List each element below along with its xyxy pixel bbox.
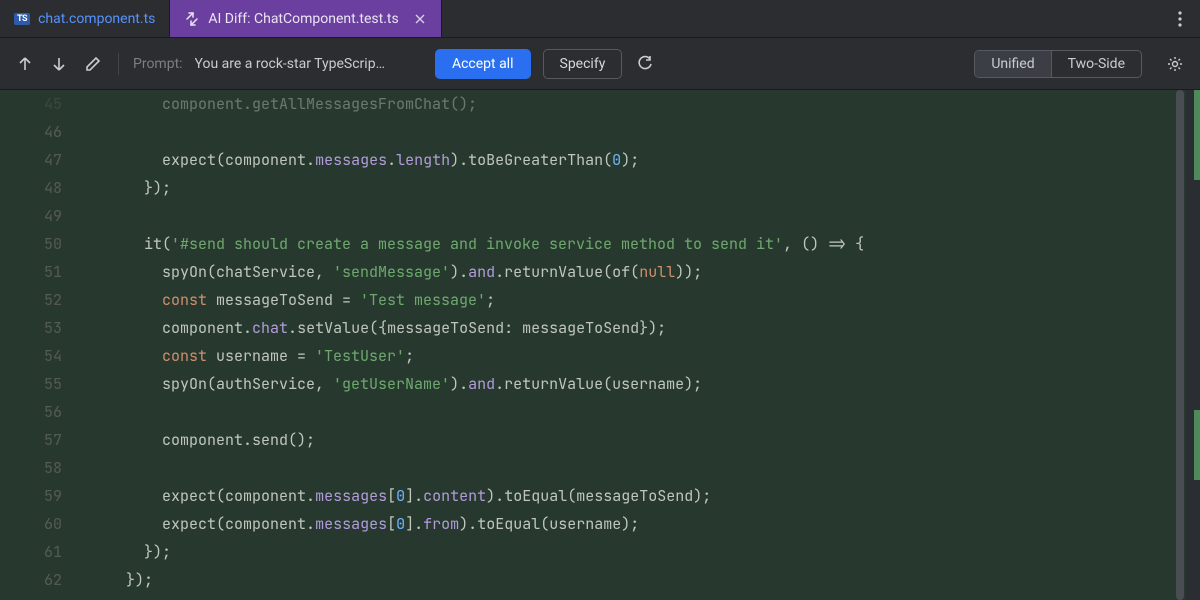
code-line[interactable]: expect(component.messages[0].from).toEqu… [108, 510, 1186, 538]
tab-label: chat.component.ts [38, 11, 155, 27]
line-number: 51 [0, 258, 62, 286]
code-line[interactable]: expect(component.messages[0].content).to… [108, 482, 1186, 510]
code-line[interactable] [108, 398, 1186, 426]
diff-overview-strip[interactable] [1186, 90, 1200, 600]
prompt-text[interactable]: You are a rock-star TypeScrip… [195, 56, 385, 72]
code-line[interactable]: spyOn(authService, 'getUserName').and.re… [108, 370, 1186, 398]
next-diff-button[interactable] [48, 53, 70, 75]
line-number: 48 [0, 174, 62, 202]
diff-action-bar: Prompt: You are a rock-star TypeScrip… A… [0, 38, 1200, 90]
diff-view-toggle: Unified Two-Side [974, 50, 1142, 78]
code-line[interactable]: it('#send should create a message and in… [108, 230, 1186, 258]
code-editor[interactable]: 454647484950515253545556575859606162 com… [0, 90, 1200, 600]
tab-chat-component[interactable]: TS chat.component.ts [0, 0, 170, 37]
tab-overflow-menu[interactable] [1160, 0, 1200, 37]
line-gutter: 454647484950515253545556575859606162 [0, 90, 80, 600]
line-number: 46 [0, 118, 62, 146]
code-line[interactable]: expect(component.messages.length).toBeGr… [108, 146, 1186, 174]
line-number: 62 [0, 566, 62, 594]
divider [118, 53, 119, 75]
vertical-scrollbar[interactable] [1174, 90, 1186, 600]
view-unified-button[interactable]: Unified [975, 51, 1051, 77]
tab-bar: TS chat.component.ts AI Diff: ChatCompon… [0, 0, 1200, 38]
line-number: 53 [0, 314, 62, 342]
code-line[interactable] [108, 454, 1186, 482]
close-icon[interactable] [413, 12, 427, 26]
line-number: 55 [0, 370, 62, 398]
line-number: 59 [0, 482, 62, 510]
line-number: 52 [0, 286, 62, 314]
prev-diff-button[interactable] [14, 53, 36, 75]
code-line[interactable]: component.getAllMessagesFromChat(); [108, 90, 1186, 118]
line-number: 47 [0, 146, 62, 174]
scrollbar-thumb[interactable] [1176, 90, 1184, 600]
line-number: 57 [0, 426, 62, 454]
code-line[interactable] [108, 118, 1186, 146]
code-line[interactable]: }); [108, 566, 1186, 594]
code-line[interactable]: const username = 'TestUser'; [108, 342, 1186, 370]
typescript-badge-icon: TS [14, 13, 30, 25]
code-area[interactable]: component.getAllMessagesFromChat(); expe… [80, 90, 1186, 600]
code-line[interactable]: component.chat.setValue({messageToSend: … [108, 314, 1186, 342]
tab-ai-diff[interactable]: AI Diff: ChatComponent.test.ts [170, 0, 441, 37]
refresh-icon[interactable] [634, 53, 656, 75]
diff-mark[interactable] [1194, 410, 1200, 480]
view-twoside-button[interactable]: Two-Side [1052, 51, 1141, 77]
line-number: 56 [0, 398, 62, 426]
code-line[interactable]: }); [108, 174, 1186, 202]
code-line[interactable]: }); [108, 538, 1186, 566]
prompt-label: Prompt: [133, 56, 183, 72]
line-number: 50 [0, 230, 62, 258]
code-line[interactable]: spyOn(chatService, 'sendMessage').and.re… [108, 258, 1186, 286]
edit-icon[interactable] [82, 53, 104, 75]
code-line[interactable]: component.send(); [108, 426, 1186, 454]
line-number: 45 [0, 90, 62, 118]
code-line[interactable] [108, 202, 1186, 230]
tab-label: AI Diff: ChatComponent.test.ts [208, 11, 398, 27]
line-number: 60 [0, 510, 62, 538]
specify-button[interactable]: Specify [543, 49, 623, 79]
line-number: 61 [0, 538, 62, 566]
line-number: 49 [0, 202, 62, 230]
code-line[interactable]: const messageToSend = 'Test message'; [108, 286, 1186, 314]
accept-all-button[interactable]: Accept all [435, 49, 531, 79]
line-number: 54 [0, 342, 62, 370]
gear-icon[interactable] [1164, 53, 1186, 75]
diff-icon [184, 11, 200, 27]
diff-mark[interactable] [1194, 90, 1200, 180]
line-number: 58 [0, 454, 62, 482]
